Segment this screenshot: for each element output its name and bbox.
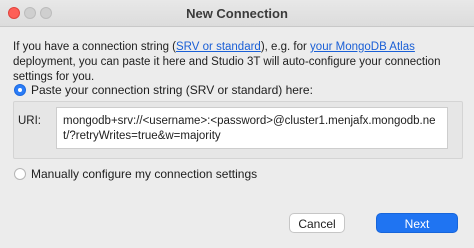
window-title: New Connection (186, 6, 288, 21)
intro-text-part-3: deployment, you can paste it here and St… (13, 56, 441, 83)
uri-input[interactable]: mongodb+srv://<username>:<password>@clus… (56, 107, 448, 149)
uri-label: URI: (18, 115, 41, 127)
manual-configure-radio[interactable] (14, 168, 26, 180)
title-bar: New Connection (0, 0, 474, 27)
next-button[interactable]: Next (376, 213, 458, 233)
paste-connection-string-radio[interactable] (14, 84, 26, 96)
srv-or-standard-link[interactable]: SRV or standard (176, 41, 261, 53)
new-connection-window: New Connection If you have a connection … (0, 0, 474, 248)
mongodb-atlas-link[interactable]: your MongoDB Atlas (310, 41, 415, 53)
paste-connection-string-label[interactable]: Paste your connection string (SRV or sta… (31, 83, 313, 97)
cancel-button[interactable]: Cancel (289, 213, 345, 233)
intro-text: If you have a connection string (SRV or … (13, 40, 465, 85)
manual-configure-label[interactable]: Manually configure my connection setting… (31, 167, 257, 181)
intro-text-part-2: ), e.g. for (260, 41, 311, 53)
intro-text-part-1: If you have a connection string ( (13, 41, 177, 53)
